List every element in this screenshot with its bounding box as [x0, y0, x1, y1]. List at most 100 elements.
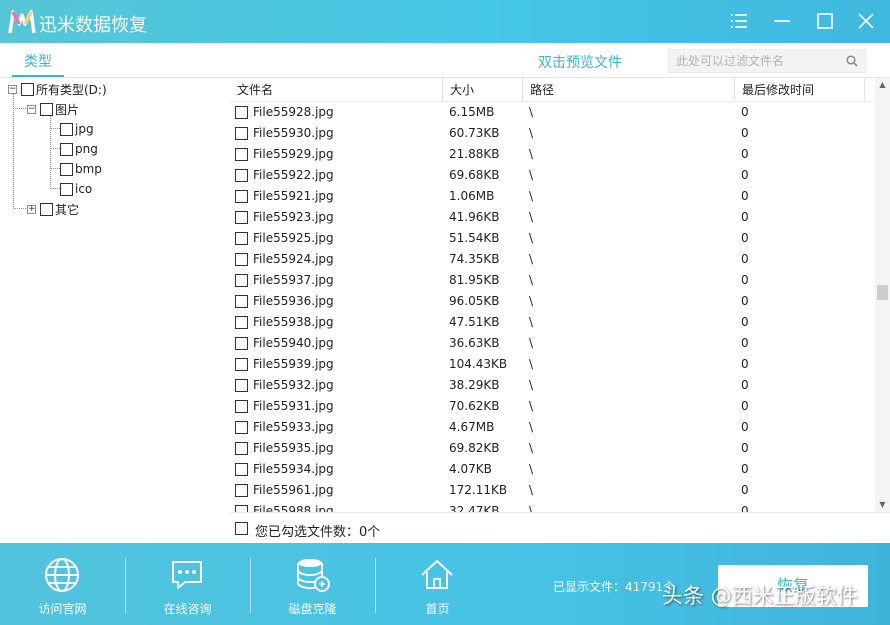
row-checkbox[interactable] — [235, 379, 248, 392]
row-checkbox[interactable] — [235, 484, 248, 497]
row-checkbox[interactable] — [235, 169, 248, 182]
scroll-up-icon[interactable]: ▲ — [875, 78, 890, 92]
row-checkbox[interactable] — [235, 463, 248, 476]
tree-item-ico[interactable]: ico — [60, 179, 92, 199]
column-header-path[interactable]: 路径 — [523, 78, 735, 102]
checkbox[interactable] — [21, 82, 34, 96]
file-size-cell: 21.88KB — [449, 147, 500, 161]
row-checkbox[interactable] — [235, 295, 248, 308]
row-checkbox[interactable] — [235, 358, 248, 371]
checkbox[interactable] — [60, 182, 73, 196]
tree-item-all-types[interactable]: − 所有类型(D:) — [8, 79, 107, 99]
tree-item-jpg[interactable]: jpg — [60, 119, 94, 139]
row-checkbox[interactable] — [235, 253, 248, 266]
nav-disk-clone[interactable]: 磁盘克隆 — [250, 543, 375, 625]
checkbox[interactable] — [40, 202, 53, 216]
table-row[interactable]: File55988.jpg 32.47KB \ 0 — [230, 501, 876, 512]
table-row[interactable]: File55935.jpg 69.82KB \ 0 — [230, 438, 876, 459]
row-checkbox[interactable] — [235, 127, 248, 140]
file-path-cell: \ — [529, 210, 534, 224]
file-size-cell: 104.43KB — [449, 357, 508, 371]
nav-label: 在线咨询 — [163, 602, 212, 616]
file-name-cell: File55934.jpg — [253, 462, 334, 476]
table-row[interactable]: File55930.jpg 60.73KB \ 0 — [230, 123, 876, 144]
collapse-icon[interactable]: − — [8, 84, 17, 94]
row-checkbox[interactable] — [235, 106, 248, 119]
table-row[interactable]: File55932.jpg 38.29KB \ 0 — [230, 375, 876, 396]
row-checkbox[interactable] — [235, 232, 248, 245]
checkbox[interactable] — [60, 142, 73, 156]
table-row[interactable]: File55923.jpg 41.96KB \ 0 — [230, 207, 876, 228]
nav-home[interactable]: 首页 — [375, 543, 500, 625]
row-checkbox[interactable] — [235, 148, 248, 161]
tree-item-images[interactable]: − 图片 — [27, 99, 79, 119]
table-row[interactable]: File55931.jpg 70.62KB \ 0 — [230, 396, 876, 417]
app-title: 迅米数据恢复 — [39, 15, 147, 36]
tree-line — [13, 208, 26, 209]
tree-item-label: ico — [75, 182, 93, 196]
column-header-modified[interactable]: 最后修改时间 — [735, 78, 865, 102]
nav-visit-website[interactable]: 访问官网 — [0, 543, 125, 625]
row-checkbox[interactable] — [235, 190, 248, 203]
select-all-checkbox[interactable] — [235, 522, 248, 535]
collapse-icon[interactable]: − — [27, 104, 36, 114]
vertical-scrollbar[interactable]: ▲ ▼ — [875, 78, 890, 512]
scroll-thumb[interactable] — [877, 285, 888, 300]
tree-item-label: 所有类型(D:) — [36, 82, 107, 97]
close-button[interactable] — [855, 10, 877, 32]
table-row[interactable]: File55929.jpg 21.88KB \ 0 — [230, 144, 876, 165]
table-row[interactable]: File55937.jpg 81.95KB \ 0 — [230, 270, 876, 291]
preview-hint-link[interactable]: 双击预览文件 — [538, 52, 622, 72]
row-checkbox[interactable] — [235, 421, 248, 434]
table-row[interactable]: File55921.jpg 1.06MB \ 0 — [230, 186, 876, 207]
table-row[interactable]: File55938.jpg 47.51KB \ 0 — [230, 312, 876, 333]
table-row[interactable]: File55925.jpg 51.54KB \ 0 — [230, 228, 876, 249]
tree-item-other[interactable]: + 其它 — [27, 199, 79, 219]
table-row[interactable]: File55924.jpg 74.35KB \ 0 — [230, 249, 876, 270]
file-name-cell: File55933.jpg — [253, 420, 334, 434]
table-row[interactable]: File55934.jpg 4.07KB \ 0 — [230, 459, 876, 480]
table-row[interactable]: File55940.jpg 36.63KB \ 0 — [230, 333, 876, 354]
tree-item-label: 图片 — [55, 102, 80, 117]
checkbox[interactable] — [60, 162, 73, 176]
expand-icon[interactable]: + — [27, 204, 36, 214]
search-icon[interactable] — [845, 54, 859, 68]
column-header-name[interactable]: 文件名 — [230, 78, 443, 102]
checkbox[interactable] — [60, 122, 73, 136]
row-checkbox[interactable] — [235, 400, 248, 413]
tab-type[interactable]: 类型 — [12, 51, 64, 77]
selected-count-label: 您已勾选文件数：0个 — [255, 525, 381, 540]
scroll-down-icon[interactable]: ▼ — [875, 498, 890, 512]
table-row[interactable]: File55939.jpg 104.43KB \ 0 — [230, 354, 876, 375]
table-row[interactable]: File55928.jpg 6.15MB \ 0 — [230, 102, 876, 123]
row-checkbox[interactable] — [235, 316, 248, 329]
menu-button[interactable] — [728, 10, 750, 32]
row-checkbox[interactable] — [235, 274, 248, 287]
table-row[interactable]: File55933.jpg 4.67MB \ 0 — [230, 417, 876, 438]
checkbox[interactable] — [40, 102, 53, 116]
filter-input[interactable] — [669, 50, 839, 72]
row-checkbox[interactable] — [235, 505, 248, 512]
row-checkbox[interactable] — [235, 442, 248, 455]
table-row[interactable]: File55936.jpg 96.05KB \ 0 — [230, 291, 876, 312]
nav-online-consult[interactable]: 在线咨询 — [125, 543, 250, 625]
tree-item-png[interactable]: png — [60, 139, 98, 159]
row-checkbox[interactable] — [235, 337, 248, 350]
maximize-button[interactable] — [814, 10, 836, 32]
file-path-cell: \ — [529, 147, 534, 161]
file-name-cell: File55922.jpg — [253, 168, 334, 182]
minimize-icon — [774, 20, 790, 22]
file-size-cell: 51.54KB — [449, 231, 500, 245]
tree-item-label: bmp — [75, 162, 102, 176]
file-size-cell: 38.29KB — [449, 378, 500, 392]
tree-item-bmp[interactable]: bmp — [60, 159, 102, 179]
table-row[interactable]: File55961.jpg 172.11KB \ 0 — [230, 480, 876, 501]
file-size-cell: 36.63KB — [449, 336, 500, 350]
table-row[interactable]: File55922.jpg 69.68KB \ 0 — [230, 165, 876, 186]
row-checkbox[interactable] — [235, 211, 248, 224]
file-size-cell: 4.07KB — [449, 462, 492, 476]
file-path-cell: \ — [529, 231, 534, 245]
file-size-cell: 70.62KB — [449, 399, 500, 413]
minimize-button[interactable] — [771, 10, 793, 32]
column-header-size[interactable]: 大小 — [443, 78, 523, 102]
